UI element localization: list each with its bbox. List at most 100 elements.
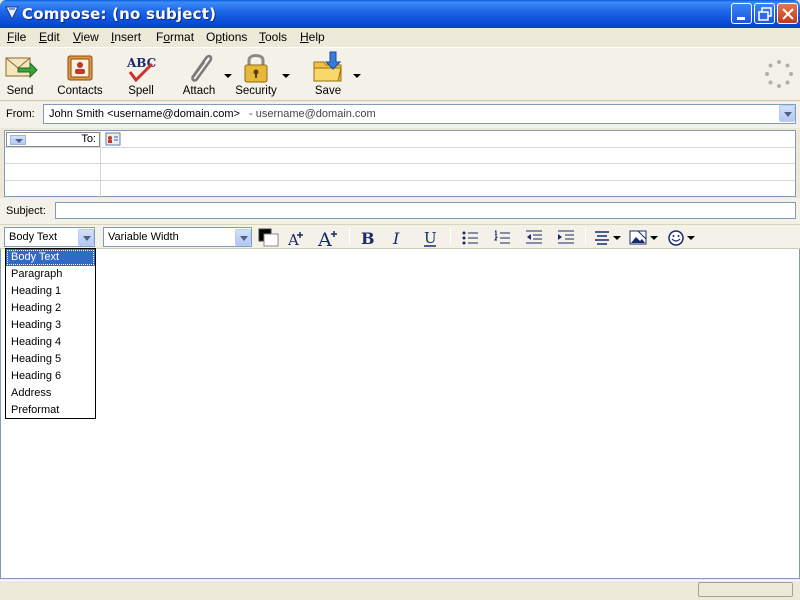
from-dropdown-button[interactable] — [779, 105, 795, 122]
status-progress-panel — [698, 582, 793, 597]
menu-tools[interactable]: Tools — [259, 30, 287, 44]
paragraph-style-dropdown-button[interactable] — [78, 229, 94, 246]
security-label: Security — [235, 85, 277, 97]
recipient-row[interactable] — [5, 181, 795, 198]
save-dropdown-arrow[interactable] — [353, 74, 361, 78]
svg-text:A: A — [317, 229, 332, 248]
attach-button[interactable]: Attach — [178, 50, 220, 100]
main-toolbar: Send Contacts ABC Spell Attach Security — [0, 47, 800, 101]
recipient-type-label: To: — [81, 133, 96, 145]
status-bar — [0, 580, 800, 600]
paragraph-style-dropdown-list: Body Text Paragraph Heading 1 Heading 2 … — [5, 248, 96, 419]
menu-format[interactable]: Format — [156, 30, 194, 44]
smiley-icon[interactable] — [666, 228, 698, 248]
paragraph-style-select[interactable]: Body Text — [4, 227, 95, 247]
menu-view[interactable]: View — [73, 30, 99, 44]
paragraph-option-heading-4[interactable]: Heading 4 — [6, 334, 95, 351]
send-icon — [5, 57, 38, 79]
recipient-type-select[interactable]: To: — [6, 132, 100, 147]
menu-options[interactable]: Options — [206, 30, 247, 44]
outdent-icon[interactable] — [524, 228, 544, 248]
font-select[interactable]: Variable Width — [103, 227, 252, 247]
security-button[interactable]: Security — [234, 50, 278, 100]
contacts-label: Contacts — [57, 85, 103, 97]
from-account-select[interactable]: John Smith <username@domain.com> - usern… — [43, 104, 796, 124]
font-value: Variable Width — [108, 231, 179, 243]
increase-font-size-icon[interactable]: A — [317, 228, 341, 248]
security-dropdown-arrow[interactable] — [282, 74, 290, 78]
paragraph-style-value: Body Text — [9, 231, 58, 243]
save-button[interactable]: Save — [310, 50, 346, 100]
address-card-icon[interactable] — [105, 132, 121, 146]
menu-edit[interactable]: Edit — [39, 30, 60, 44]
paragraph-option-paragraph[interactable]: Paragraph — [6, 266, 95, 283]
recipient-row[interactable] — [5, 164, 795, 181]
contacts-button[interactable]: Contacts — [56, 50, 104, 100]
compose-app-icon — [5, 6, 19, 21]
recipient-type-cell — [5, 147, 101, 163]
window-title: Compose: (no subject) — [22, 5, 217, 23]
from-account: - username@domain.com — [249, 108, 376, 120]
paragraph-option-address[interactable]: Address — [6, 385, 95, 402]
toolbar-separator — [349, 227, 350, 245]
svg-text:U: U — [424, 229, 437, 247]
align-icon[interactable] — [593, 228, 623, 248]
attach-dropdown-arrow[interactable] — [224, 74, 232, 78]
menu-bar: File Edit View Insert Format Options Too… — [0, 28, 800, 47]
menu-help[interactable]: Help — [300, 30, 325, 44]
paragraph-option-body-text[interactable]: Body Text — [6, 249, 95, 266]
text-color-icon[interactable] — [258, 228, 280, 248]
menu-insert[interactable]: Insert — [111, 30, 141, 44]
subject-label: Subject: — [6, 205, 46, 217]
recipients-list: To: — [4, 130, 796, 198]
message-body-editor[interactable] — [0, 249, 800, 579]
send-button[interactable]: Send — [2, 50, 38, 100]
title-bar[interactable]: Compose: (no subject) — [0, 0, 800, 28]
close-button[interactable] — [777, 3, 798, 24]
attach-label: Attach — [182, 85, 216, 97]
paragraph-option-heading-5[interactable]: Heading 5 — [6, 351, 95, 368]
minimize-button[interactable] — [731, 3, 752, 24]
from-identity: John Smith <username@domain.com> — [49, 108, 240, 120]
bold-icon[interactable]: B — [358, 228, 376, 248]
subject-input[interactable] — [55, 202, 796, 219]
paragraph-option-heading-6[interactable]: Heading 6 — [6, 368, 95, 385]
activity-throbber-icon — [765, 60, 793, 88]
recipient-row[interactable] — [5, 147, 795, 164]
spellcheck-icon: ABC — [126, 56, 156, 83]
recipient-type-cell: To: — [5, 131, 101, 147]
paragraph-option-preformat[interactable]: Preformat — [6, 402, 95, 419]
svg-text:ABC: ABC — [126, 56, 156, 70]
padlock-icon — [244, 54, 268, 83]
maximize-button[interactable] — [754, 3, 775, 24]
svg-text:B: B — [361, 229, 375, 248]
recipient-type-cell — [5, 181, 101, 198]
indent-icon[interactable] — [556, 228, 576, 248]
save-folder-icon — [313, 51, 342, 82]
svg-text:I: I — [392, 229, 400, 248]
underline-icon[interactable]: U — [421, 228, 439, 248]
paragraph-option-heading-2[interactable]: Heading 2 — [6, 300, 95, 317]
spell-button[interactable]: ABC Spell — [122, 50, 160, 100]
svg-text:A: A — [287, 231, 299, 248]
send-label: Send — [6, 85, 34, 97]
from-label: From: — [6, 108, 35, 120]
paperclip-icon — [190, 54, 213, 82]
paragraph-option-heading-1[interactable]: Heading 1 — [6, 283, 95, 300]
address-book-icon — [67, 55, 93, 81]
bullet-list-icon[interactable] — [460, 228, 480, 248]
recipient-type-dropdown-icon[interactable] — [10, 135, 26, 145]
italic-icon[interactable]: I — [389, 228, 407, 248]
spell-label: Spell — [128, 85, 154, 97]
decrease-font-size-icon[interactable]: A — [287, 228, 307, 248]
toolbar-separator — [585, 227, 586, 245]
minimize-icon — [737, 17, 745, 20]
save-label: Save — [314, 85, 342, 97]
insert-image-icon[interactable] — [628, 228, 660, 248]
paragraph-option-heading-3[interactable]: Heading 3 — [6, 317, 95, 334]
menu-file[interactable]: File — [7, 30, 26, 44]
numbered-list-icon[interactable] — [492, 228, 512, 248]
font-dropdown-button[interactable] — [235, 229, 251, 246]
recipient-row: To: — [5, 131, 795, 148]
close-icon — [782, 8, 794, 20]
